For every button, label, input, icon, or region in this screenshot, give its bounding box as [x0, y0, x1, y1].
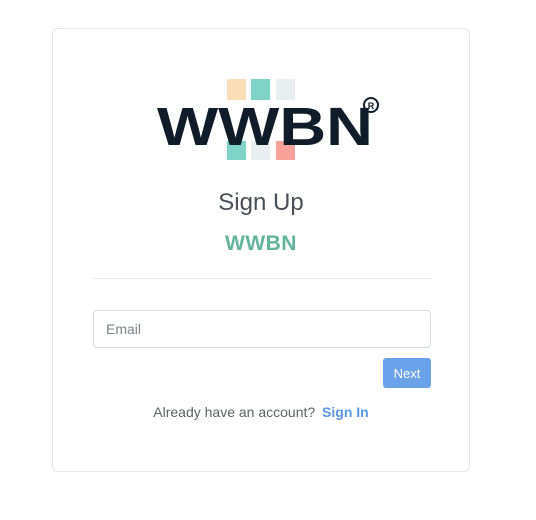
divider — [93, 278, 431, 279]
wwbn-logo: WWBN R — [157, 79, 379, 160]
next-button[interactable]: Next — [383, 358, 431, 388]
signin-link[interactable]: Sign In — [322, 404, 369, 420]
registered-mark: R — [368, 101, 375, 111]
logo-wordmark: WWBN — [157, 97, 373, 157]
email-field[interactable] — [93, 310, 431, 348]
brand-subtitle: WWBN — [225, 232, 297, 255]
signin-row: Already have an account? Sign In — [53, 404, 469, 420]
signin-prompt: Already have an account? — [153, 404, 316, 420]
page-title: Sign Up — [218, 189, 304, 216]
signup-card: WWBN R Sign Up WWBN Next Already have an… — [52, 28, 470, 472]
